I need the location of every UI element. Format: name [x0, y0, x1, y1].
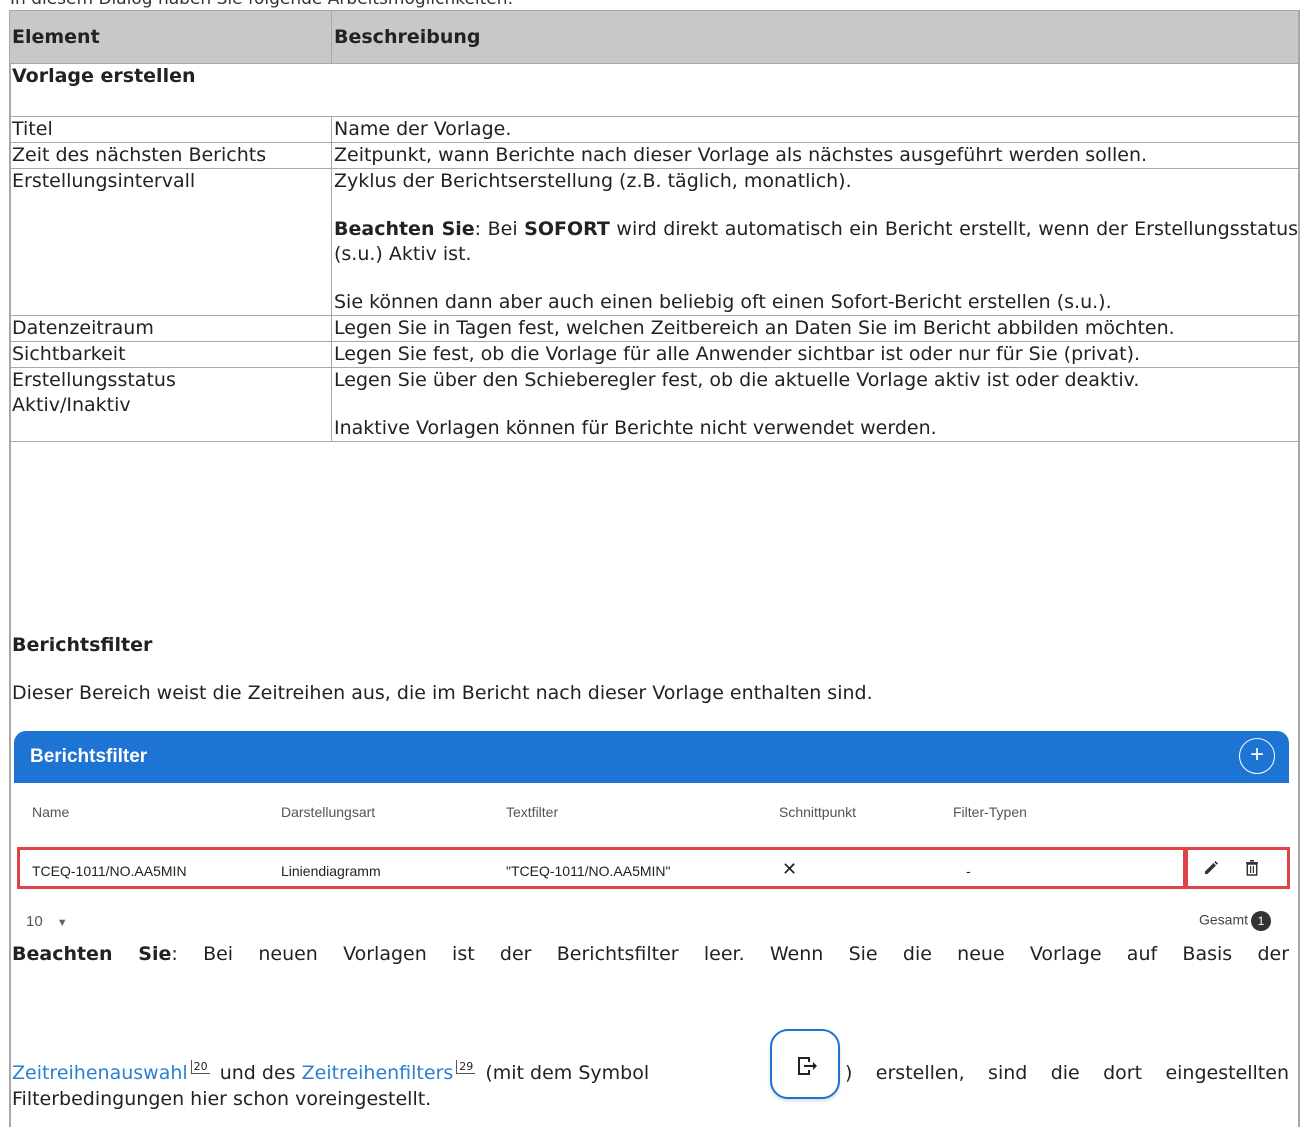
- exit-icon: [798, 1057, 817, 1075]
- note-line-links: Zeitreihenauswahl 20 und des Zeitreihenfi…: [12, 1060, 650, 1084]
- table-row: Erstellungsintervall Zyklus der Berichts…: [9, 168, 1299, 316]
- element-cell: Erstellungsstatus Aktiv/Inaktiv: [9, 367, 332, 442]
- cell-darstellungsart: Liniendiagramm: [281, 863, 381, 879]
- description-cell: Name der Vorlage.: [331, 116, 1299, 143]
- header-element: Element: [9, 10, 332, 64]
- description-text: Zyklus der Berichtserstellung (z.B. tägl…: [334, 170, 852, 192]
- column-header-schnittpunkt[interactable]: Schnittpunkt: [779, 804, 856, 820]
- section-title-create: Vorlage erstellen: [9, 63, 1299, 117]
- header-description: Beschreibung: [331, 10, 1299, 64]
- note-label: Beachten Sie: [12, 943, 172, 965]
- total-count: Gesamt 1: [1199, 911, 1271, 931]
- note-text: : Bei: [474, 218, 525, 240]
- total-badge: 1: [1251, 911, 1271, 931]
- description-text: Legen Sie über den Schieberegler fest, o…: [334, 369, 1140, 391]
- note-label: Beachten Sie: [334, 218, 475, 240]
- element-cell: Titel: [9, 116, 332, 143]
- intro-text: In diesem Dialog haben Sie folgende Arbe…: [10, 0, 513, 9]
- link-zeitreihenauswahl[interactable]: Zeitreihenauswahl: [12, 1062, 188, 1084]
- table-row: Erstellungsstatus Aktiv/Inaktiv Legen Si…: [9, 367, 1299, 442]
- page-size-select[interactable]: 10 ▼: [26, 913, 68, 930]
- note-text: (mit dem Symbol: [485, 1062, 650, 1084]
- description-cell: Legen Sie in Tagen fest, welchen Zeitber…: [331, 315, 1299, 342]
- description-cell: Legen Sie fest, ob die Vorlage für alle …: [331, 341, 1299, 368]
- highlight-row-actions: [1183, 847, 1290, 889]
- widget-header: Berichtsfilter +: [14, 731, 1289, 783]
- table-row: Titel Name der Vorlage.: [9, 116, 1299, 143]
- element-cell: Zeit des nächsten Berichts: [9, 142, 332, 169]
- table-row: Sichtbarkeit Legen Sie fest, ob die Vorl…: [9, 341, 1299, 368]
- table-header-row: Element Beschreibung: [9, 10, 1299, 64]
- page-ref[interactable]: 29: [456, 1060, 476, 1074]
- filter-section-description: Dieser Bereich weist die Zeitreihen aus,…: [12, 682, 873, 704]
- cell-textfilter: "TCEQ-1011/NO.AA5MIN": [506, 863, 671, 879]
- column-header-darstellungsart[interactable]: Darstellungsart: [281, 804, 375, 820]
- note-text: : Bei neuen Vorlagen ist der Berichtsfil…: [171, 943, 1290, 965]
- table-row: Datenzeitraum Legen Sie in Tagen fest, w…: [9, 315, 1299, 342]
- description-cell: Zyklus der Berichtserstellung (z.B. tägl…: [331, 168, 1299, 316]
- page-ref[interactable]: 20: [190, 1060, 210, 1074]
- element-cell: Erstellungsintervall: [9, 168, 332, 316]
- cell-name: TCEQ-1011/NO.AA5MIN: [32, 863, 187, 879]
- column-header-filter-typen[interactable]: Filter-Typen: [953, 804, 1027, 820]
- description-text: Inaktive Vorlagen können für Berichte ni…: [334, 417, 937, 439]
- description-text: Name der Vorlage.: [334, 118, 512, 140]
- edit-icon[interactable]: [1202, 859, 1220, 883]
- cell-filter-typen: -: [966, 863, 971, 879]
- description-text: Legen Sie in Tagen fest, welchen Zeitber…: [334, 317, 1175, 339]
- cell-schnittpunkt: ✕: [782, 859, 798, 879]
- report-filter-widget: Berichtsfilter + Name Darstellungsart Te…: [14, 731, 1290, 937]
- note-text: ) erstellen, sind die dort eingestellten: [845, 1062, 1289, 1084]
- element-description-table: Element Beschreibung Vorlage erstellen T…: [9, 10, 1299, 442]
- table-row: Zeit des nächsten Berichts Zeitpunkt, wa…: [9, 142, 1299, 169]
- element-cell: Datenzeitraum: [9, 315, 332, 342]
- column-header-name[interactable]: Name: [32, 804, 69, 820]
- add-filter-button[interactable]: +: [1239, 738, 1275, 774]
- page-size-value: 10: [26, 913, 43, 930]
- description-text: Sie können dann aber auch einen beliebig…: [334, 291, 1112, 313]
- note-paragraph: Beachten Sie: Bei SOFORT wird direkt aut…: [334, 217, 1298, 267]
- section-row-create: Vorlage erstellen: [9, 63, 1299, 117]
- delete-icon[interactable]: [1244, 859, 1260, 883]
- note-text: und des: [219, 1062, 296, 1084]
- widget-title: Berichtsfilter: [30, 746, 148, 767]
- total-label: Gesamt: [1198, 911, 1248, 928]
- chevron-down-icon: ▼: [56, 917, 68, 929]
- note-text: Filterbedingungen hier schon voreingeste…: [12, 1088, 432, 1110]
- note-paragraph: Beachten Sie: Bei neuen Vorlagen ist der…: [12, 943, 1289, 965]
- note-keyword: SOFORT: [524, 218, 610, 240]
- link-zeitreihenfilters[interactable]: Zeitreihenfilters: [302, 1062, 454, 1084]
- description-cell: Legen Sie über den Schieberegler fest, o…: [331, 367, 1299, 442]
- description-text: Zeitpunkt, wann Berichte nach dieser Vor…: [334, 144, 1148, 166]
- description-cell: Zeitpunkt, wann Berichte nach dieser Vor…: [331, 142, 1299, 169]
- description-text: Legen Sie fest, ob die Vorlage für alle …: [334, 343, 1141, 365]
- element-cell: Sichtbarkeit: [9, 341, 332, 368]
- filter-section-title: Berichtsfilter: [12, 634, 153, 656]
- column-header-textfilter[interactable]: Textfilter: [506, 804, 558, 820]
